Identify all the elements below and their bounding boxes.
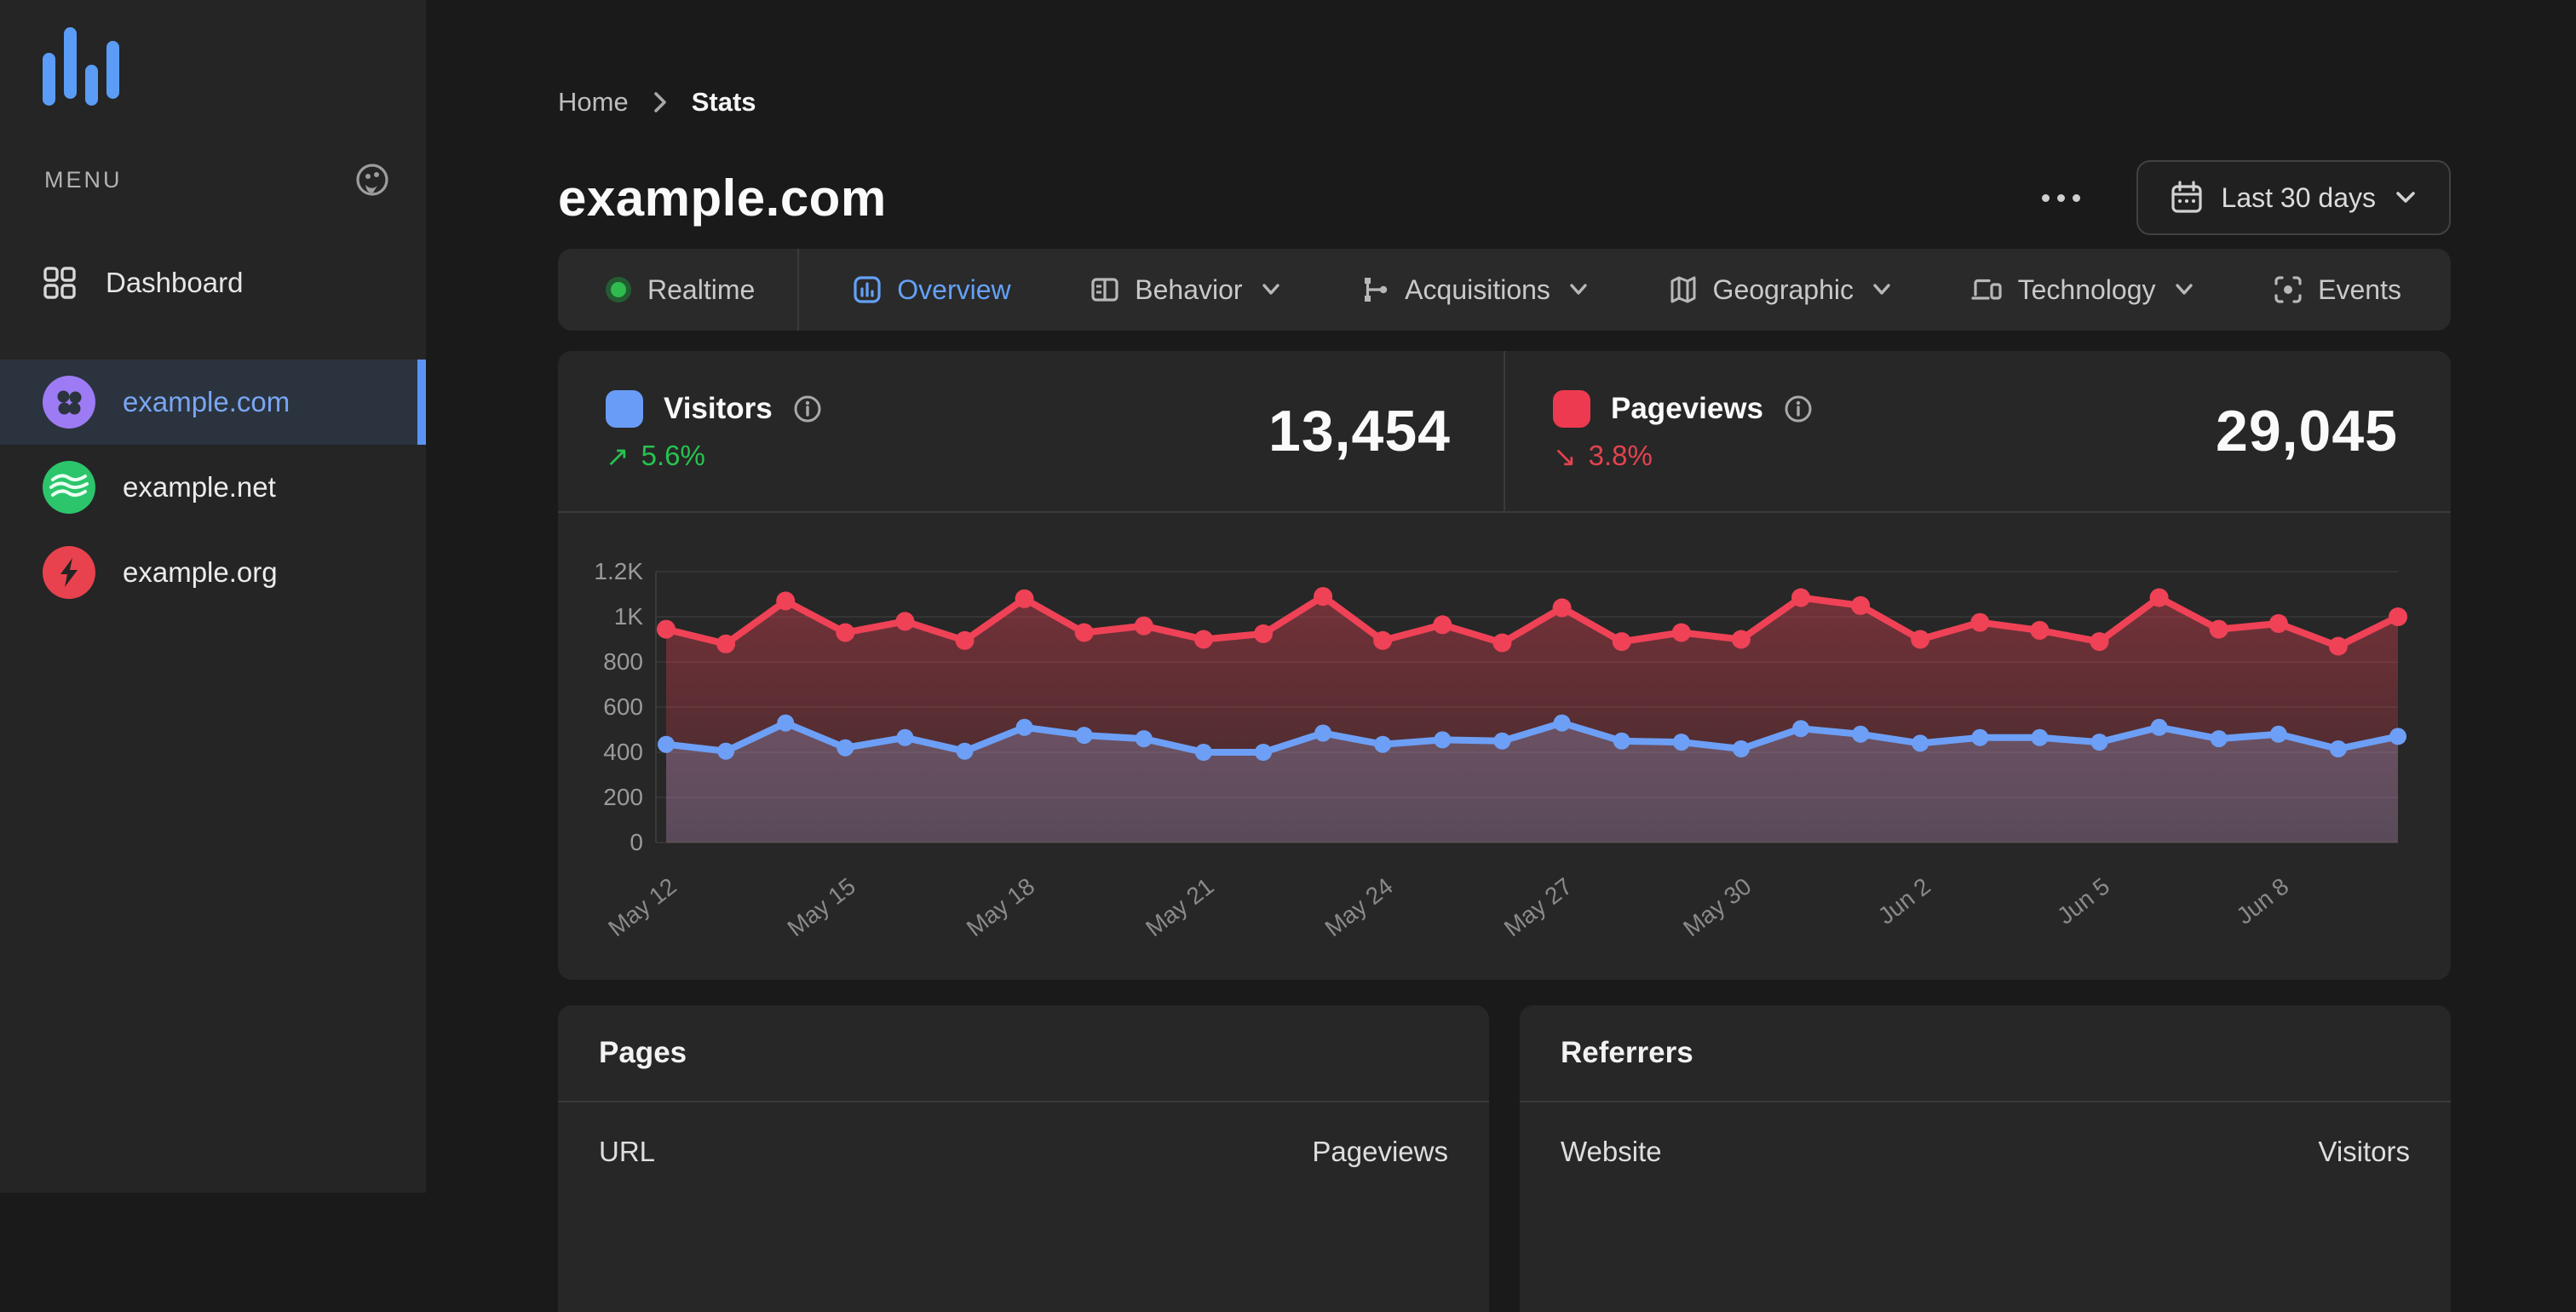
referrers-panel: Referrers Website Visitors [1520,1005,2451,1312]
tab-realtime[interactable]: Realtime [604,274,755,306]
site-badge-clover-icon [43,376,95,429]
sidebar-site-example-net[interactable]: example.net [0,445,426,530]
panel-title: Referrers [1520,1005,2451,1102]
tab-label: Geographic [1712,273,1854,305]
breadcrumb-home-link[interactable]: Home [558,87,629,118]
chevron-right-icon [653,92,666,112]
page-title: example.com [558,169,887,227]
tab-behavior[interactable]: Behavior [1090,274,1280,306]
sidebar: MENU Dashboard example.com example.net e… [0,0,426,1193]
breadcrumb-current: Stats [691,87,756,117]
section-tabbar: Realtime Overview Behavior Acquisitions … [558,249,2451,331]
chevron-down-icon [1570,284,1587,295]
stat-label: Visitors [664,391,773,425]
chevron-down-icon [2396,192,2415,203]
svg-text:May 24: May 24 [1320,872,1397,941]
svg-text:May 27: May 27 [1499,872,1577,941]
behavior-layout-icon [1091,278,1118,302]
sidebar-item-dashboard[interactable]: Dashboard [0,240,426,325]
visitors-legend-swatch [606,389,643,428]
stat-label: Pageviews [1611,391,1763,425]
svg-text:0: 0 [630,829,643,855]
tabbar-divider [797,249,800,331]
tab-overview[interactable]: Overview [852,273,1011,306]
svg-text:1.2K: 1.2K [594,558,643,584]
site-badge-bolt-icon [43,546,95,599]
breadcrumb: Home Stats [558,0,2451,118]
tab-label: Behavior [1135,273,1243,305]
chevron-down-icon [2175,284,2193,295]
pageviews-value: 29,045 [2216,399,2398,463]
svg-text:600: 600 [603,693,643,720]
site-name: example.org [123,556,278,588]
site-name: example.com [123,386,290,417]
chevron-down-icon [1873,284,1890,295]
svg-text:1K: 1K [614,603,644,630]
stats-chart-card: Visitors ↗ 5.6% 13,454 Pageviews ↘ 3.8% … [558,351,2451,980]
events-scan-icon [2274,276,2302,303]
svg-text:May 21: May 21 [1141,872,1218,941]
svg-text:May 12: May 12 [603,872,681,941]
date-range-button[interactable]: Last 30 days [2136,160,2451,235]
technology-devices-icon [1971,279,2002,300]
menu-section-label: MENU [44,166,123,193]
geographic-map-icon [1670,276,1696,303]
visitors-pageviews-chart[interactable]: 0 200 400 600 800 1K 1.2K May 12 May 15 May 18 May… [558,513,2451,980]
svg-text:May 18: May 18 [962,872,1039,941]
pageviews-legend-swatch [1553,389,1590,428]
svg-text:800: 800 [603,648,643,675]
tab-events[interactable]: Events [2273,274,2401,306]
svg-text:Jun 2: Jun 2 [1873,872,1935,929]
info-icon[interactable] [793,394,822,423]
theme-toggle-icon[interactable] [354,162,390,198]
tab-label: Events [2318,273,2401,305]
tab-technology[interactable]: Technology [1971,274,2194,306]
tab-geographic[interactable]: Geographic [1668,274,1892,306]
date-range-label: Last 30 days [2221,181,2376,213]
tab-acquisitions[interactable]: Acquisitions [1360,274,1589,306]
dashboard-grid-icon [43,267,76,299]
site-badge-waves-icon [43,461,95,514]
sidebar-site-example-org[interactable]: example.org [0,530,426,615]
column-header-visitors[interactable]: Visitors [2318,1136,2410,1168]
info-icon[interactable] [1784,394,1813,423]
chevron-down-icon [1262,284,1279,295]
column-header-website[interactable]: Website [1561,1136,1662,1168]
tab-label: Overview [897,273,1011,305]
svg-text:200: 200 [603,784,643,810]
svg-text:400: 400 [603,739,643,765]
stat-change: 3.8% [1588,440,1653,471]
visitors-value: 13,454 [1268,399,1451,463]
sidebar-item-label: Dashboard [106,267,244,298]
sidebar-site-example-com[interactable]: example.com [0,360,426,445]
tab-label: Technology [2017,273,2156,305]
column-header-pageviews[interactable]: Pageviews [1312,1136,1448,1168]
trend-down-arrow-icon: ↘ [1553,440,1577,472]
tab-label: Acquisitions [1405,273,1550,305]
realtime-status-dot [606,277,631,302]
overview-chart-icon [854,276,881,303]
tab-label: Realtime [647,273,756,305]
acquisitions-branch-icon [1365,278,1388,302]
svg-text:May 15: May 15 [783,872,860,941]
site-name: example.net [123,471,276,503]
more-options-button[interactable] [2033,186,2089,210]
stat-change: 5.6% [641,440,705,471]
svg-text:Jun 5: Jun 5 [2052,872,2114,929]
app-logo[interactable] [0,0,426,106]
trend-up-arrow-icon: ↗ [606,440,630,472]
calendar-icon [2171,181,2202,213]
main-content: Home Stats example.com Last 30 days Real… [426,0,2576,1312]
pageviews-stat: Pageviews ↘ 3.8% 29,045 [1505,351,2451,511]
pages-panel: Pages URL Pageviews [558,1005,1489,1312]
bar-chart-logo-icon [43,27,119,106]
panel-title: Pages [558,1005,1489,1102]
column-header-url[interactable]: URL [599,1136,655,1168]
svg-text:Jun 8: Jun 8 [2231,872,2293,929]
svg-text:May 30: May 30 [1678,872,1756,941]
visitors-stat: Visitors ↗ 5.6% 13,454 [558,351,1505,511]
